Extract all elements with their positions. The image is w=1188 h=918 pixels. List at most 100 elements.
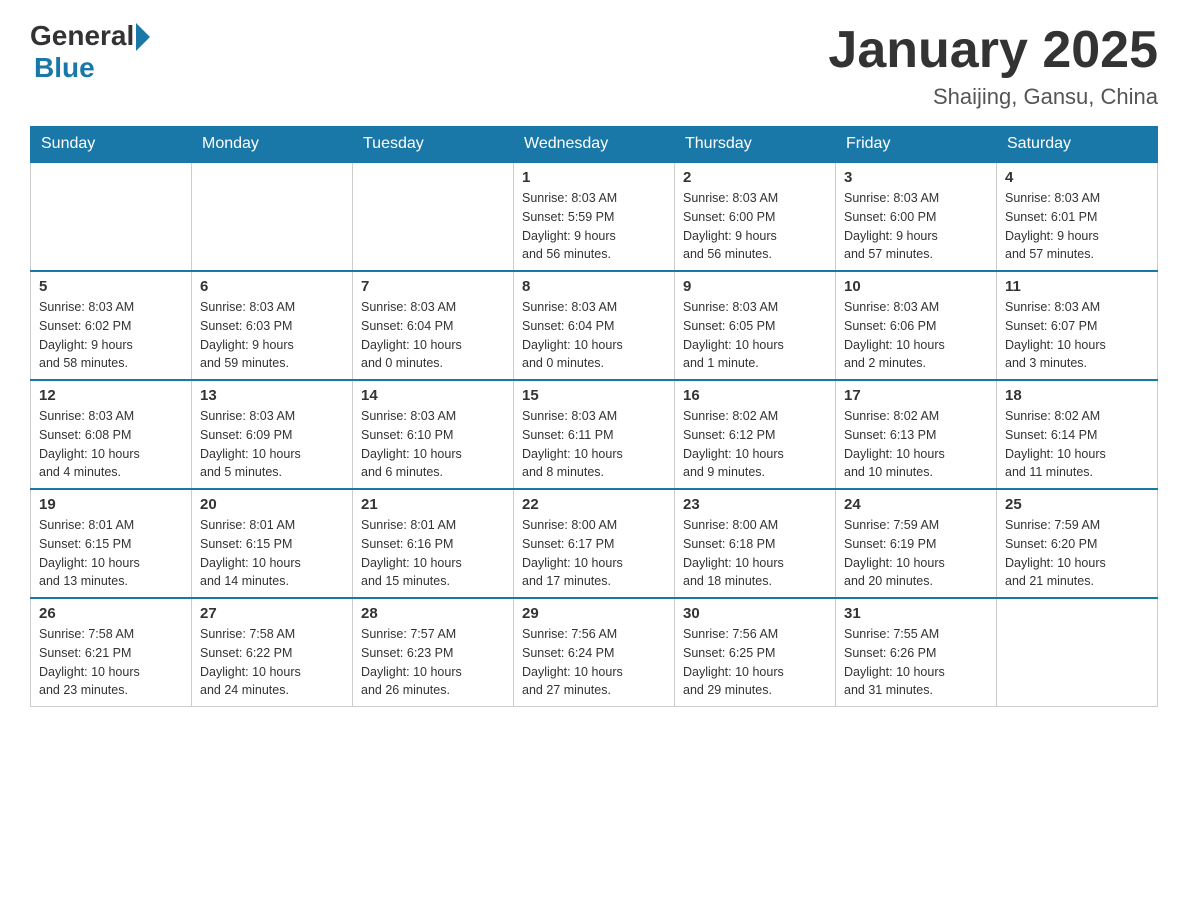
day-number: 7 [361,278,505,295]
week-row-5: 26Sunrise: 7:58 AMSunset: 6:21 PMDayligh… [31,598,1158,707]
calendar-cell: 27 Sunrise: 7:58 AMSunset: 6:22 PMDayligh… [192,598,353,707]
calendar-cell: 9 Sunrise: 8:03 AMSunset: 6:05 PMDaylight… [675,271,836,380]
calendar-cell: 3 Sunrise: 8:03 AMSunset: 6:00 PMDaylight… [836,162,997,271]
day-number: 1 [522,169,666,186]
day-number: 3 [844,169,988,186]
calendar-cell: 25 Sunrise: 7:59 AMSunset: 6:20 PMDayligh… [997,489,1158,598]
day-info: Sunrise: 8:03 AMSunset: 6:09 PMDaylight:… [200,407,344,482]
day-info: Sunrise: 8:03 AMSunset: 6:03 PMDaylight:… [200,298,344,373]
day-number: 27 [200,605,344,622]
day-number: 6 [200,278,344,295]
day-info: Sunrise: 8:03 AMSunset: 6:01 PMDaylight:… [1005,189,1149,264]
calendar-cell: 5 Sunrise: 8:03 AMSunset: 6:02 PMDaylight… [31,271,192,380]
column-header-tuesday: Tuesday [353,127,514,163]
calendar-table: SundayMondayTuesdayWednesdayThursdayFrid… [30,126,1158,707]
calendar-cell: 31Sunrise: 7:55 AMSunset: 6:26 PMDayligh… [836,598,997,707]
calendar-cell: 30 Sunrise: 7:56 AMSunset: 6:25 PMDayligh… [675,598,836,707]
calendar-cell: 6 Sunrise: 8:03 AMSunset: 6:03 PMDaylight… [192,271,353,380]
day-info: Sunrise: 8:00 AMSunset: 6:17 PMDaylight:… [522,516,666,591]
logo: General Blue [30,20,150,84]
calendar-cell: 14 Sunrise: 8:03 AMSunset: 6:10 PMDayligh… [353,380,514,489]
day-number: 12 [39,387,183,404]
column-header-wednesday: Wednesday [514,127,675,163]
calendar-cell: 21 Sunrise: 8:01 AMSunset: 6:16 PMDayligh… [353,489,514,598]
day-info: Sunrise: 8:03 AMSunset: 6:05 PMDaylight:… [683,298,827,373]
day-number: 31 [844,605,988,622]
calendar-cell: 13Sunrise: 8:03 AMSunset: 6:09 PMDayligh… [192,380,353,489]
calendar-cell: 22Sunrise: 8:00 AMSunset: 6:17 PMDayligh… [514,489,675,598]
day-number: 25 [1005,496,1149,513]
title-block: January 2025 Shaijing, Gansu, China [828,20,1158,110]
calendar-cell [997,598,1158,707]
day-info: Sunrise: 8:02 AMSunset: 6:12 PMDaylight:… [683,407,827,482]
calendar-cell [192,162,353,271]
calendar-cell: 2Sunrise: 8:03 AMSunset: 6:00 PMDaylight… [675,162,836,271]
day-info: Sunrise: 8:02 AMSunset: 6:14 PMDaylight:… [1005,407,1149,482]
logo-triangle-icon [136,23,150,51]
week-row-4: 19Sunrise: 8:01 AMSunset: 6:15 PMDayligh… [31,489,1158,598]
day-number: 24 [844,496,988,513]
day-info: Sunrise: 8:01 AMSunset: 6:15 PMDaylight:… [39,516,183,591]
day-info: Sunrise: 8:03 AMSunset: 6:02 PMDaylight:… [39,298,183,373]
day-info: Sunrise: 8:02 AMSunset: 6:13 PMDaylight:… [844,407,988,482]
day-info: Sunrise: 8:03 AMSunset: 6:10 PMDaylight:… [361,407,505,482]
column-header-sunday: Sunday [31,127,192,163]
day-info: Sunrise: 8:03 AMSunset: 6:00 PMDaylight:… [683,189,827,264]
day-number: 15 [522,387,666,404]
day-info: Sunrise: 7:56 AMSunset: 6:25 PMDaylight:… [683,625,827,700]
calendar-cell [353,162,514,271]
day-info: Sunrise: 8:03 AMSunset: 6:00 PMDaylight:… [844,189,988,264]
day-number: 20 [200,496,344,513]
week-row-3: 12 Sunrise: 8:03 AMSunset: 6:08 PMDayligh… [31,380,1158,489]
page-header: General Blue January 2025 Shaijing, Gans… [30,20,1158,110]
calendar-cell: 8 Sunrise: 8:03 AMSunset: 6:04 PMDaylight… [514,271,675,380]
column-header-friday: Friday [836,127,997,163]
calendar-cell: 23Sunrise: 8:00 AMSunset: 6:18 PMDayligh… [675,489,836,598]
calendar-cell: 1 Sunrise: 8:03 AMSunset: 5:59 PMDaylight… [514,162,675,271]
day-number: 11 [1005,278,1149,295]
calendar-cell: 28 Sunrise: 7:57 AMSunset: 6:23 PMDayligh… [353,598,514,707]
day-info: Sunrise: 7:56 AMSunset: 6:24 PMDaylight:… [522,625,666,700]
column-header-thursday: Thursday [675,127,836,163]
day-info: Sunrise: 8:03 AMSunset: 6:11 PMDaylight:… [522,407,666,482]
day-number: 30 [683,605,827,622]
day-number: 8 [522,278,666,295]
day-info: Sunrise: 8:03 AMSunset: 5:59 PMDaylight:… [522,189,666,264]
day-info: Sunrise: 8:03 AMSunset: 6:06 PMDaylight:… [844,298,988,373]
day-info: Sunrise: 8:03 AMSunset: 6:08 PMDaylight:… [39,407,183,482]
day-number: 18 [1005,387,1149,404]
column-header-saturday: Saturday [997,127,1158,163]
logo-blue-text: Blue [34,52,95,84]
day-info: Sunrise: 7:59 AMSunset: 6:20 PMDaylight:… [1005,516,1149,591]
day-info: Sunrise: 8:03 AMSunset: 6:04 PMDaylight:… [522,298,666,373]
day-number: 5 [39,278,183,295]
day-info: Sunrise: 8:03 AMSunset: 6:04 PMDaylight:… [361,298,505,373]
calendar-cell: 29Sunrise: 7:56 AMSunset: 6:24 PMDayligh… [514,598,675,707]
day-info: Sunrise: 7:58 AMSunset: 6:22 PMDaylight:… [200,625,344,700]
calendar-header-row: SundayMondayTuesdayWednesdayThursdayFrid… [31,127,1158,163]
day-number: 9 [683,278,827,295]
day-info: Sunrise: 7:57 AMSunset: 6:23 PMDaylight:… [361,625,505,700]
calendar-cell: 4 Sunrise: 8:03 AMSunset: 6:01 PMDaylight… [997,162,1158,271]
calendar-cell: 18 Sunrise: 8:02 AMSunset: 6:14 PMDayligh… [997,380,1158,489]
day-info: Sunrise: 8:01 AMSunset: 6:16 PMDaylight:… [361,516,505,591]
main-title: January 2025 [828,20,1158,80]
day-info: Sunrise: 7:58 AMSunset: 6:21 PMDaylight:… [39,625,183,700]
calendar-cell: 7 Sunrise: 8:03 AMSunset: 6:04 PMDaylight… [353,271,514,380]
day-number: 28 [361,605,505,622]
day-number: 17 [844,387,988,404]
calendar-cell: 16Sunrise: 8:02 AMSunset: 6:12 PMDayligh… [675,380,836,489]
day-number: 4 [1005,169,1149,186]
calendar-cell: 11 Sunrise: 8:03 AMSunset: 6:07 PMDayligh… [997,271,1158,380]
subtitle: Shaijing, Gansu, China [828,84,1158,110]
day-number: 21 [361,496,505,513]
calendar-cell: 26Sunrise: 7:58 AMSunset: 6:21 PMDayligh… [31,598,192,707]
calendar-cell: 24Sunrise: 7:59 AMSunset: 6:19 PMDayligh… [836,489,997,598]
calendar-cell: 10 Sunrise: 8:03 AMSunset: 6:06 PMDayligh… [836,271,997,380]
calendar-cell: 19Sunrise: 8:01 AMSunset: 6:15 PMDayligh… [31,489,192,598]
day-number: 14 [361,387,505,404]
day-number: 10 [844,278,988,295]
day-info: Sunrise: 8:01 AMSunset: 6:15 PMDaylight:… [200,516,344,591]
day-info: Sunrise: 8:03 AMSunset: 6:07 PMDaylight:… [1005,298,1149,373]
calendar-cell [31,162,192,271]
